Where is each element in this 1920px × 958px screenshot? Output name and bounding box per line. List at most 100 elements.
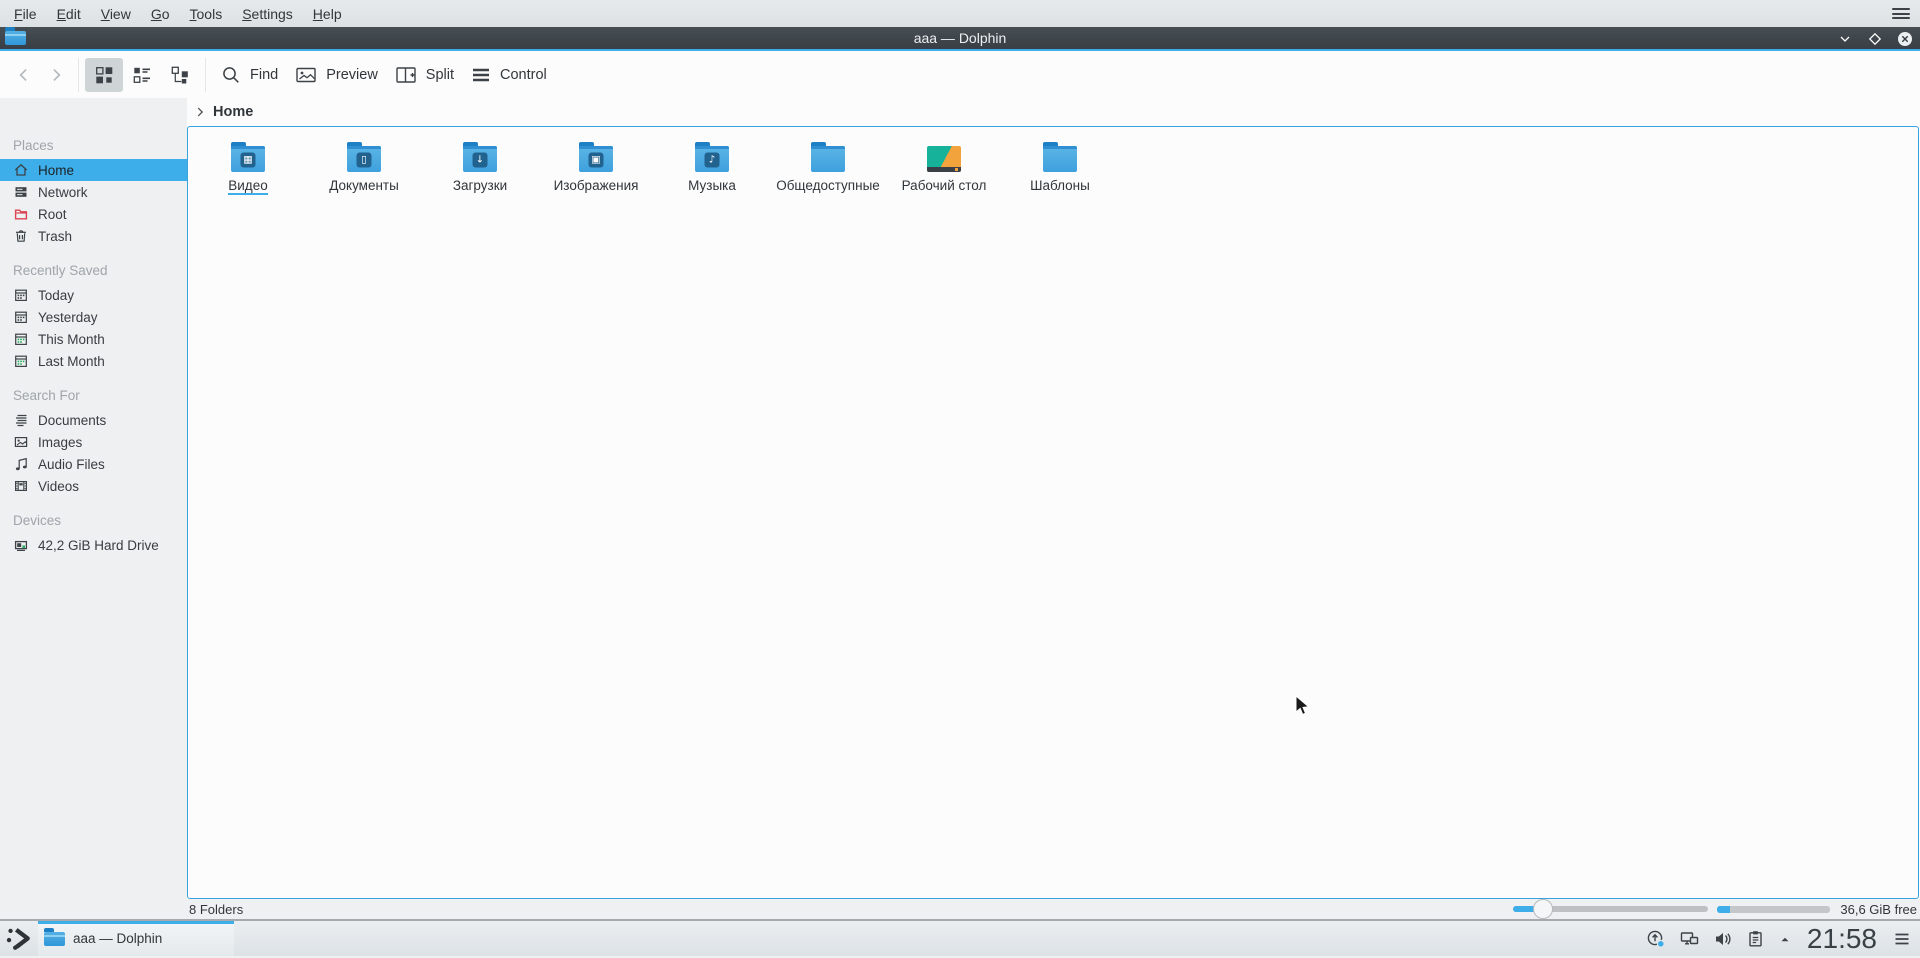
icons-view-icon (96, 66, 113, 83)
folder-label: Видео (228, 178, 268, 195)
clipboard-icon[interactable] (1746, 929, 1765, 949)
back-button[interactable] (8, 61, 40, 89)
view-mode-details-button[interactable] (161, 58, 199, 92)
zoom-slider-handle[interactable] (1533, 899, 1554, 919)
folder-item-desktop[interactable]: Рабочий стол (886, 138, 1002, 195)
audio-icon (13, 456, 29, 472)
sidebar-item-label: Videos (38, 478, 80, 494)
search-icon (223, 66, 239, 83)
folder-label: Общедоступные (776, 178, 880, 193)
folder-item-video[interactable]: ▦ Видео (190, 138, 306, 195)
sidebar-item-yesterday[interactable]: Yesterday (0, 306, 187, 328)
sidebar-item-today[interactable]: Today (0, 284, 187, 306)
disk-capacity-bar (1717, 905, 1831, 913)
taskbar-task-dolphin[interactable]: aaa — Dolphin (38, 921, 234, 956)
folder-item-music[interactable]: ♪ Музыка (654, 138, 770, 195)
breadcrumb-chevron-icon (197, 107, 204, 117)
folder-label: Документы (329, 178, 399, 193)
sidebar-item-videos[interactable]: Videos (0, 475, 187, 497)
sidebar-item-label: Root (38, 206, 67, 222)
sidebar-item-images[interactable]: Images (0, 431, 187, 453)
folder-icon (811, 142, 845, 172)
sidebar-item-label: Audio Files (38, 456, 105, 472)
folder-count: 8 Folders (189, 901, 244, 917)
sidebar-item-hard-drive[interactable]: 42,2 GiB Hard Drive (0, 534, 187, 556)
breadcrumb-home[interactable]: Home (213, 104, 253, 120)
zoom-slider[interactable] (1513, 899, 1709, 919)
panel-menu-icon[interactable] (1892, 929, 1912, 949)
folder-icon: ↓ (463, 142, 497, 172)
software-updates-icon[interactable] (1646, 929, 1666, 949)
preview-button[interactable]: Preview (286, 58, 386, 92)
window-titlebar[interactable]: aaa — Dolphin (0, 27, 1920, 51)
sidebar-item-this-month[interactable]: This Month (0, 328, 187, 350)
sidebar-item-last-month[interactable]: Last Month (0, 350, 187, 372)
sidebar-item-documents[interactable]: Documents (0, 409, 187, 431)
window-title: aaa — Dolphin (913, 30, 1007, 46)
folder-icon: ▯ (347, 142, 381, 172)
folder-icon (1043, 142, 1077, 172)
preview-icon (296, 67, 316, 82)
folder-icon: ▣ (579, 142, 613, 172)
launcher-icon (6, 927, 30, 950)
sidebar-item-home[interactable]: Home (0, 159, 187, 181)
sidebar-item-label: Trash (38, 228, 73, 244)
breadcrumb[interactable]: Home (187, 98, 1920, 126)
task-folder-icon (44, 927, 65, 946)
folder-label: Рабочий стол (901, 178, 987, 193)
calendar-green-icon (13, 331, 29, 347)
control-button[interactable]: Control (462, 58, 555, 92)
menu-help[interactable]: Help (303, 2, 352, 26)
menu-go[interactable]: Go (141, 2, 180, 26)
minimize-button[interactable] (1836, 30, 1854, 48)
documents-icon (13, 412, 29, 428)
menu-view[interactable]: View (91, 2, 141, 26)
status-bar: 8 Folders 36,6 GiB free (187, 899, 1920, 919)
app-launcher-button[interactable] (0, 921, 38, 956)
folder-view[interactable]: ▦ Видео ▯ Документы ↓ Загрузки ▣ Изображения ♪ Му… (187, 126, 1919, 899)
maximize-button[interactable] (1866, 30, 1884, 48)
sidebar-item-label: Last Month (38, 353, 105, 369)
sidebar-section-devices: Devices (13, 513, 62, 528)
folder-item-downloads[interactable]: ↓ Загрузки (422, 138, 538, 195)
sidebar-item-label: Images (38, 434, 83, 450)
find-button[interactable]: Find (212, 58, 286, 92)
folder-item-documents[interactable]: ▯ Документы (306, 138, 422, 195)
sidebar-item-trash[interactable]: Trash (0, 225, 187, 247)
folder-item-images[interactable]: ▣ Изображения (538, 138, 654, 195)
preview-label: Preview (326, 66, 378, 83)
global-menu-hamburger-icon[interactable] (1890, 5, 1912, 22)
folder-label: Шаблоны (1030, 178, 1090, 193)
folder-item-templates[interactable]: Шаблоны (1002, 138, 1118, 195)
menu-settings[interactable]: Settings (232, 2, 303, 26)
menu-tools[interactable]: Tools (180, 2, 233, 26)
menu-file[interactable]: File (4, 2, 47, 26)
folder-icon: ♪ (695, 142, 729, 172)
sidebar-item-audio-files[interactable]: Audio Files (0, 453, 187, 475)
calendar-green-icon (13, 353, 29, 369)
view-mode-compact-button[interactable] (123, 58, 161, 92)
split-button[interactable]: Split (386, 58, 462, 92)
menu-edit[interactable]: Edit (47, 2, 91, 26)
sidebar-item-label: Yesterday (38, 309, 98, 325)
close-button[interactable] (1896, 30, 1914, 48)
image-emblem-icon: ▣ (588, 152, 604, 168)
tray-expander-icon[interactable] (1778, 932, 1792, 946)
sidebar-item-label: Network (38, 184, 88, 200)
root-icon (13, 206, 29, 222)
folder-item-public[interactable]: Общедоступные (770, 138, 886, 195)
sidebar-item-label: Today (38, 287, 75, 303)
view-mode-icons-button[interactable] (85, 57, 123, 92)
forward-button[interactable] (40, 61, 72, 89)
chevron-left-icon (19, 68, 27, 81)
sidebar-item-label: Documents (38, 412, 107, 428)
sidebar-item-root[interactable]: Root (0, 203, 187, 225)
clock[interactable]: 21:58 (1807, 921, 1877, 956)
toolbar-separator (205, 57, 206, 92)
folder-icon: ▦ (231, 142, 265, 172)
sidebar-item-network[interactable]: Network (0, 181, 187, 203)
disk-capacity-used (1717, 905, 1731, 913)
network-tray-icon[interactable] (1679, 929, 1700, 949)
task-label: aaa — Dolphin (73, 931, 163, 946)
volume-icon[interactable] (1713, 929, 1733, 949)
